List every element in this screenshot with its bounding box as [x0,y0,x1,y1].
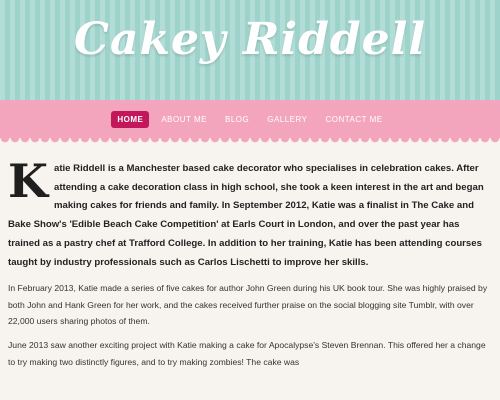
site-header: Cakey Riddell [0,0,500,100]
main-nav: HOME ABOUT ME BLOG GALLERY CONTACT ME [0,100,500,143]
nav-home[interactable]: HOME [111,110,150,128]
intro-text: atie Riddell is a Manchester based cake … [8,163,484,268]
site-title[interactable]: Cakey Riddell [0,14,500,65]
paragraph-john-green: In February 2013, Katie made a series of… [8,283,488,326]
main-content: Katie Riddell is a Manchester based cake… [0,138,500,370]
nav-gallery[interactable]: GALLERY [261,111,313,128]
intro-paragraph: Katie Riddell is a Manchester based cake… [8,154,492,272]
nav-about-me[interactable]: ABOUT ME [155,111,213,128]
nav-blog[interactable]: BLOG [219,111,255,128]
nav-contact-me[interactable]: CONTACT ME [319,111,388,128]
drop-cap-letter: K [8,154,48,208]
paragraph-june-project: June 2013 saw another exciting project w… [8,340,486,367]
